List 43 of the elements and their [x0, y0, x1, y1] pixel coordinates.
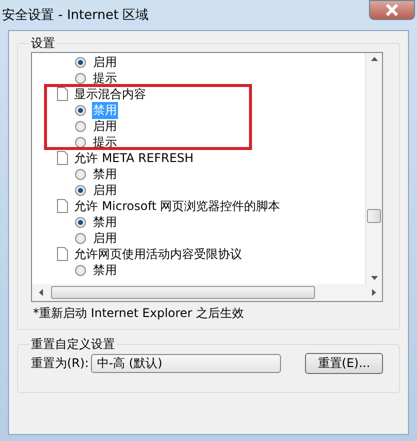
- setting-heading: 允许网页使用活动内容受限协议: [74, 246, 242, 262]
- radio-button[interactable]: [75, 232, 86, 244]
- option-label[interactable]: 启用: [92, 182, 118, 198]
- scroll-thumb[interactable]: [367, 209, 381, 223]
- field-label: 重置为(R):: [31, 355, 89, 372]
- radio-button[interactable]: [75, 168, 86, 180]
- scroll-right-icon[interactable]: [372, 289, 376, 296]
- page-icon: [57, 199, 68, 213]
- option-label[interactable]: 禁用: [92, 166, 118, 182]
- radio-button[interactable]: [75, 120, 86, 132]
- scroll-up-icon[interactable]: [370, 57, 378, 61]
- setting-heading: 允许 META REFRESH: [74, 150, 194, 166]
- option-label[interactable]: 启用: [92, 54, 118, 70]
- horizontal-scrollbar[interactable]: [32, 284, 382, 301]
- window-title: 安全设置 - Internet 区域: [2, 7, 149, 24]
- radio-button[interactable]: [75, 136, 86, 148]
- group-label: 重置自定义设置: [30, 336, 116, 353]
- option-label[interactable]: 禁用: [92, 214, 118, 230]
- restart-note: *重新启动 Internet Explorer 之后生效: [32, 305, 246, 322]
- scroll-left-icon[interactable]: [38, 289, 42, 296]
- option-label[interactable]: 提示: [92, 70, 118, 86]
- setting-heading: 允许 Microsoft 网页浏览器控件的脚本: [74, 198, 280, 214]
- radio-button[interactable]: [75, 184, 86, 196]
- option-label[interactable]: 禁用: [92, 262, 118, 278]
- radio-button[interactable]: [75, 104, 86, 116]
- reset-button[interactable]: 重置(E)...: [305, 353, 383, 374]
- radio-button[interactable]: [75, 264, 86, 276]
- radio-button[interactable]: [75, 216, 86, 228]
- close-button[interactable]: [369, 0, 415, 20]
- page-icon: [57, 247, 68, 261]
- radio-button[interactable]: [75, 72, 86, 84]
- scroll-down-icon[interactable]: [370, 276, 378, 280]
- close-icon: [385, 4, 399, 16]
- radio-button[interactable]: [75, 56, 86, 68]
- option-label[interactable]: 启用: [92, 118, 118, 134]
- group-label: 设置: [30, 35, 56, 52]
- page-icon: [57, 151, 68, 165]
- setting-heading: 显示混合内容: [74, 86, 146, 102]
- vertical-scrollbar[interactable]: [365, 53, 382, 284]
- reset-level-dropdown[interactable]: 中-高 (默认): [90, 354, 281, 373]
- option-label[interactable]: 启用: [92, 230, 118, 246]
- page-icon: [57, 87, 68, 101]
- scroll-thumb[interactable]: [51, 286, 315, 299]
